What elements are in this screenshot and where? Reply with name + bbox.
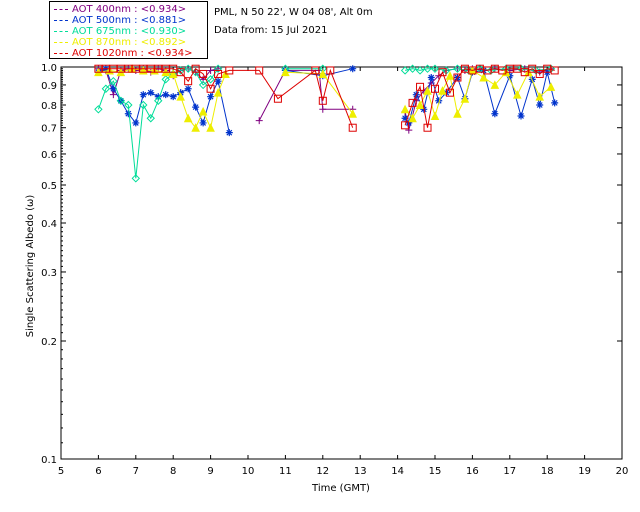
data-point	[430, 111, 440, 120]
data-point	[184, 85, 192, 93]
data-point	[147, 89, 155, 97]
data-point	[183, 113, 193, 123]
data-point	[348, 123, 357, 132]
plot-border	[60, 66, 623, 460]
legend-item-500nm: AOT 500nm : <0.881>	[54, 15, 186, 26]
legend-swatch	[54, 19, 68, 21]
legend-item-400nm: AOT 400nm : <0.934>	[54, 4, 186, 15]
data-point	[319, 105, 327, 113]
data-point	[517, 112, 525, 120]
legend-label: AOT 1020nm : <0.934>	[72, 48, 193, 59]
data-point	[198, 106, 208, 116]
plot-frame	[60, 66, 623, 460]
x-tick-label: 14	[391, 466, 404, 477]
legend: AOT 400nm : <0.934> AOT 500nm : <0.881> …	[49, 1, 208, 59]
legend-swatch	[54, 8, 68, 10]
x-tick-label: 11	[279, 466, 292, 477]
legend-item-1020nm: AOT 1020nm : <0.934>	[54, 48, 192, 59]
legend-label: AOT 675nm : <0.930>	[72, 26, 187, 37]
y-tick-label: 0.7	[41, 124, 57, 135]
data-point	[546, 82, 556, 91]
legend-label: AOT 870nm : <0.892>	[72, 37, 187, 48]
data-point	[169, 93, 177, 101]
data-point	[132, 119, 140, 127]
x-tick-label: 20	[616, 466, 629, 477]
legend-item-870nm: AOT 870nm : <0.892>	[54, 37, 186, 48]
y-tick-label: 0.9	[41, 81, 57, 92]
series-line	[97, 68, 551, 179]
series-3	[94, 64, 556, 132]
x-tick-label: 9	[207, 466, 213, 477]
data-point	[491, 110, 499, 118]
data-point	[124, 110, 132, 118]
x-tick-label: 17	[503, 466, 516, 477]
data-point	[453, 109, 462, 118]
series-layer	[94, 64, 559, 183]
y-tick-label: 0.5	[41, 181, 57, 192]
x-tick-label: 15	[429, 466, 442, 477]
x-tick-label: 8	[170, 466, 176, 477]
y-tick-label: 0.8	[41, 101, 57, 112]
data-point	[192, 103, 200, 111]
data-point	[255, 117, 263, 125]
x-tick-label: 16	[466, 466, 479, 477]
x-tick-label: 13	[354, 466, 367, 477]
x-tick-label: 19	[578, 466, 591, 477]
site-info: PML, N 50 22', W 04 08', Alt 0m	[214, 7, 373, 18]
data-point	[349, 65, 357, 73]
x-tick-label: 10	[242, 466, 255, 477]
y-tick-label: 0.2	[41, 337, 57, 348]
series-2	[94, 64, 556, 183]
legend-swatch	[54, 41, 68, 43]
data-point	[225, 129, 233, 137]
chart: 5 6 7 8 9 10 11 12 13 14 15 16 17 18 19 20 0.1 0.2 0.3 0.4 0…	[25, 63, 628, 494]
y-tick-label: 0.4	[41, 219, 57, 230]
y-tick-label: 0.3	[41, 268, 57, 279]
x-tick-label: 6	[95, 466, 101, 477]
axis-ticks: 5 6 7 8 9 10 11 12 13 14 15 16 17 18 19 20 0.1 0.2 0.3 0.4 0…	[41, 63, 628, 477]
data-point	[207, 93, 215, 101]
y-tick-label: 0.1	[41, 455, 57, 466]
x-tick-label: 7	[133, 466, 139, 477]
data-point	[400, 66, 410, 75]
legend-label: AOT 500nm : <0.881>	[72, 15, 187, 26]
x-axis-label: Time (GMT)	[311, 483, 370, 494]
data-point	[206, 123, 215, 132]
data-point	[551, 99, 559, 107]
data-point	[199, 119, 207, 127]
x-tick-label: 5	[58, 466, 64, 477]
y-axis-label: Single Scattering Albedo (ω)	[25, 195, 36, 338]
y-tick-label: 1.0	[41, 63, 57, 74]
legend-swatch	[54, 52, 68, 54]
date-info: Data from: 15 Jul 2021	[214, 25, 328, 36]
data-point	[479, 72, 488, 82]
data-point	[400, 104, 410, 114]
legend-swatch	[54, 30, 68, 32]
y-tick-label: 0.6	[41, 150, 57, 161]
legend-item-675nm: AOT 675nm : <0.930>	[54, 26, 186, 37]
data-point	[536, 101, 544, 109]
legend-label: AOT 400nm : <0.934>	[72, 4, 187, 15]
x-tick-label: 12	[316, 466, 329, 477]
data-point	[139, 91, 147, 99]
data-point	[427, 74, 435, 82]
x-tick-label: 18	[541, 466, 554, 477]
data-point	[162, 91, 170, 99]
